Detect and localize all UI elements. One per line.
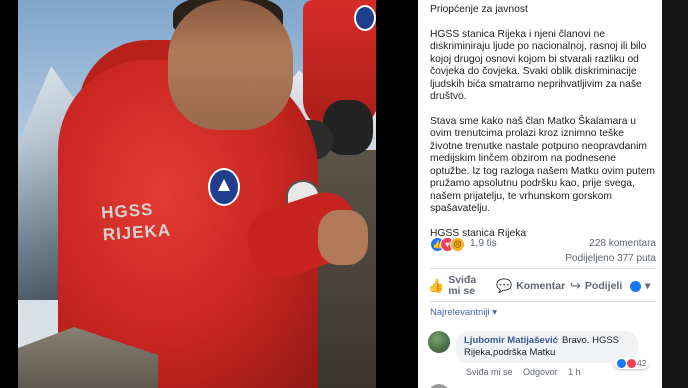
post-panel: Priopćenje za javnost HGSS stanica Rijek…: [418, 0, 662, 388]
globe-icon: [630, 280, 641, 292]
share-button-label: Podijeli: [584, 280, 623, 292]
man-head: [168, 0, 293, 130]
comment-sort-dropdown[interactable]: Najrelevantniji ▾: [430, 307, 497, 318]
divider-bottom: [430, 301, 656, 302]
jacket-print: HGSS RIJEKA: [101, 198, 172, 247]
thumbs-up-icon: 👍: [428, 278, 445, 293]
next-comment-avatar[interactable]: [428, 384, 450, 388]
comment-like-link[interactable]: Sviđa mi se: [466, 367, 513, 377]
post-photo[interactable]: HGSS RIJEKA: [18, 0, 376, 388]
like-button[interactable]: 👍 Sviđa mi se: [428, 272, 488, 300]
like-icon: [617, 358, 626, 368]
comment-meta: Sviđa mi se Odgovor 1 h: [466, 367, 589, 377]
comment-time[interactable]: 1 h: [568, 367, 581, 377]
audience-selector[interactable]: ▾: [630, 272, 650, 300]
comment-button-label: Komentar: [516, 280, 566, 292]
comment-reactions[interactable]: 42: [614, 357, 650, 369]
comments-count[interactable]: 228 komentara: [589, 238, 656, 249]
comment-bubble: Ljubomir Matijašević Bravo. HGSS Rijeka,p…: [456, 331, 638, 363]
action-bar: 👍 Sviđa mi se 💬 Komentar ↪ Podijeli ▾: [426, 272, 660, 300]
page-background-right: [662, 0, 688, 388]
sad-icon: ☹: [450, 237, 465, 252]
comment-reaction-count: 42: [637, 358, 647, 368]
divider-top: [430, 268, 656, 269]
comment-author[interactable]: Ljubomir Matijašević: [464, 335, 558, 346]
avatar[interactable]: [428, 331, 450, 353]
jacket-badge-icon: [208, 168, 240, 206]
chevron-down-icon: ▾: [645, 280, 651, 292]
comment-button[interactable]: 💬 Komentar: [496, 272, 565, 300]
shares-count[interactable]: Podijeljeno 377 puta: [430, 253, 656, 264]
like-button-label: Sviđa mi se: [448, 274, 477, 297]
share-button[interactable]: ↪ Podijeli: [570, 272, 622, 300]
share-icon: ↪: [570, 278, 581, 293]
reactions-count[interactable]: 1,9 tis: [470, 238, 497, 249]
post-paragraph-1: HGSS stanica Rijeka i njeni članovi ne d…: [430, 28, 647, 103]
post-paragraph-2: Stava sme kako naš član Matko Škalamara …: [430, 115, 655, 215]
reactions-bar[interactable]: 👍 ♥ ☹ 1,9 tis 228 komentara: [430, 237, 656, 253]
hand: [318, 210, 368, 265]
comment-icon: 💬: [496, 278, 513, 293]
love-icon: [627, 358, 636, 368]
comment-reply-link[interactable]: Odgovor: [523, 367, 558, 377]
post-body: Priopćenje za javnost HGSS stanica Rijek…: [430, 4, 656, 252]
jacket-badge-small: [354, 5, 376, 31]
photo-viewer: HGSS RIJEKA: [0, 0, 418, 388]
post-heading: Priopćenje za javnost: [430, 4, 528, 15]
